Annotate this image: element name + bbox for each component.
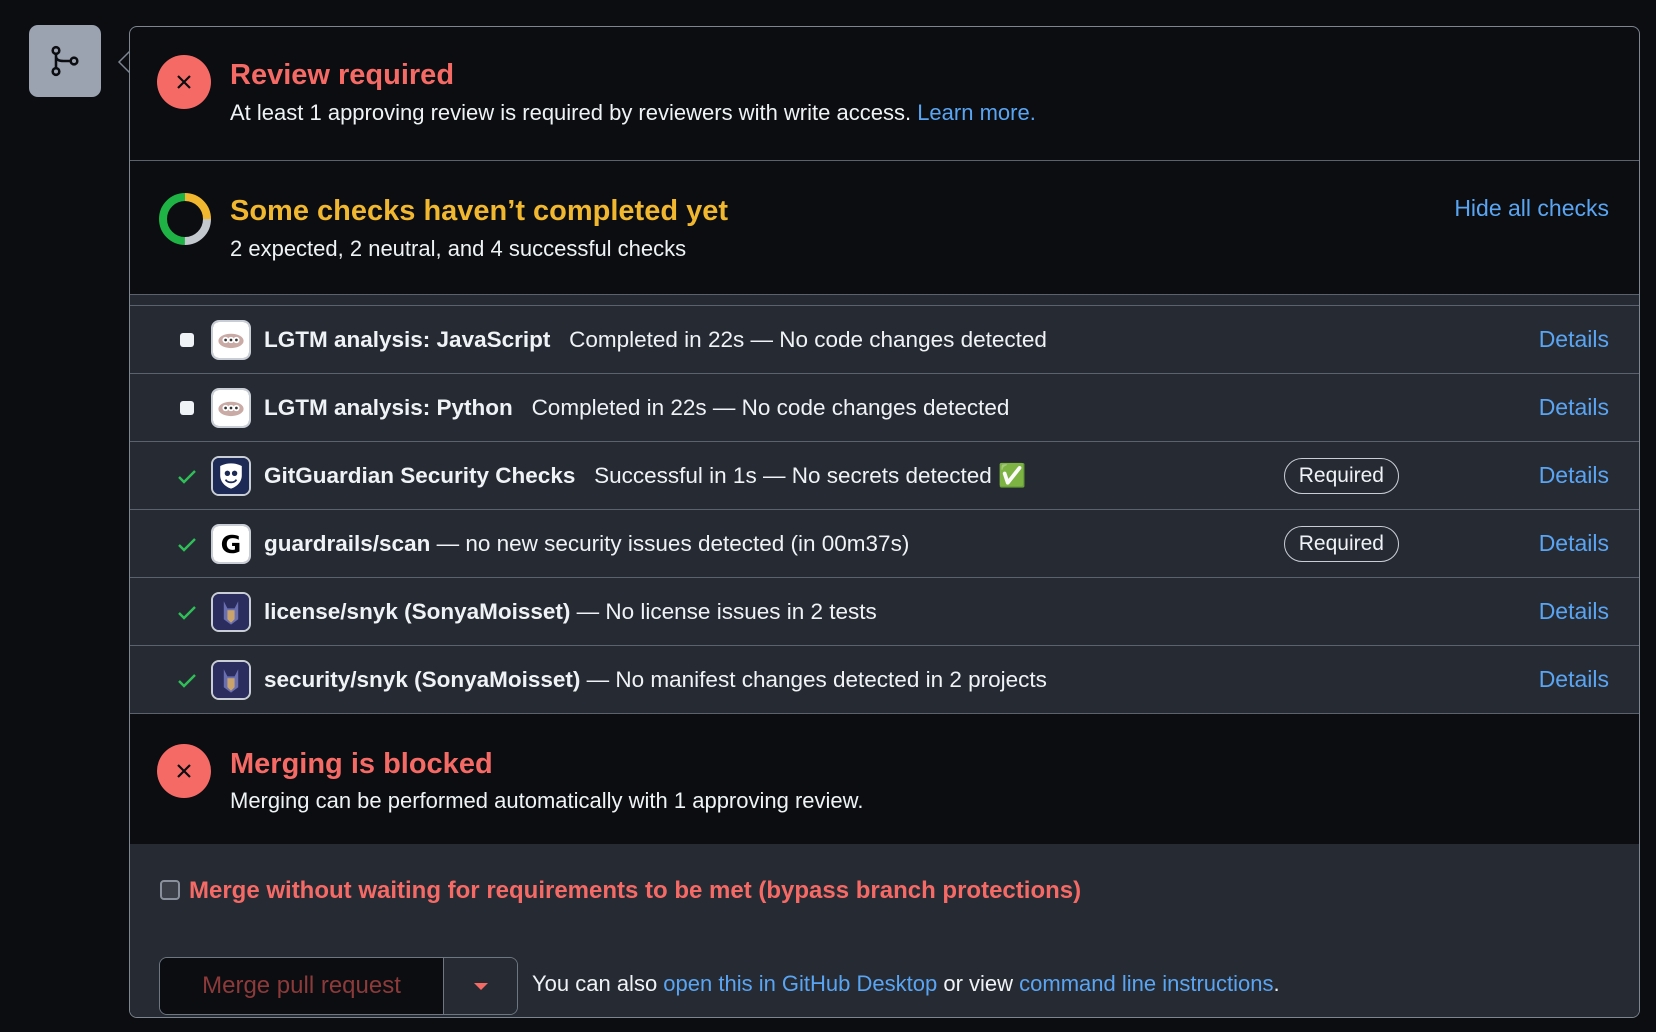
merge-method-dropdown[interactable] [444,958,517,1014]
checks-header: Some checks haven’t completed yet 2 expe… [130,161,1639,295]
details-link[interactable]: Details [1539,530,1609,557]
check-status [174,400,200,415]
bypass-checkbox[interactable] [160,880,180,900]
git-merge-icon [51,45,79,77]
triangle-down-icon [473,982,488,990]
check-row: license/snyk (SonyaMoisset) — No license… [130,578,1639,646]
learn-more-link[interactable]: Learn more. [917,100,1036,125]
required-badge: Required [1283,525,1399,562]
check-icon [178,537,196,552]
check-description: — No manifest changes detected in 2 proj… [586,666,1047,692]
x-circle-icon [157,744,211,798]
checks-band [130,295,1639,306]
x-circle-icon [157,55,211,109]
check-status [174,332,200,347]
check-icon [178,605,196,620]
lgtm-icon [211,387,251,428]
check-row: security/snyk (SonyaMoisset) — No manife… [130,646,1639,714]
check-status [174,668,200,692]
merge-area: Merge without waiting for requirements t… [130,844,1639,1017]
blocked-title: Merging is blocked [230,748,493,780]
check-description: Successful in 1s — No secrets detected ✅ [594,462,1027,488]
check-name: LGTM analysis: Python [264,394,513,420]
check-name: GitGuardian Security Checks [264,462,576,488]
merge-pull-request-button[interactable]: Merge pull request [160,958,444,1014]
check-status [174,600,200,624]
merge-button-group: Merge pull request [159,957,518,1015]
blocked-description: Merging can be performed automatically w… [230,788,864,813]
details-link[interactable]: Details [1539,326,1609,353]
check-name: license/snyk (SonyaMoisset) [264,598,571,624]
gitguardian-icon [211,455,251,496]
also-text: You can also open this in GitHub Desktop… [532,971,1280,996]
command-line-link[interactable]: command line instructions [1019,971,1273,996]
check-status [174,464,200,488]
check-name: LGTM analysis: JavaScript [264,326,551,352]
neutral-square-icon [180,400,194,415]
checks-donut-icon [159,193,211,245]
details-link[interactable]: Details [1539,598,1609,625]
check-icon [178,469,196,484]
check-name: guardrails/scan [264,530,431,556]
check-icon [178,673,196,688]
check-name: security/snyk (SonyaMoisset) [264,666,581,692]
snyk-icon [211,659,251,700]
check-description: — no new security issues detected (in 00… [436,530,910,556]
check-row: Gguardrails/scan — no new security issue… [130,510,1639,578]
review-description: At least 1 approving review is required … [230,100,1036,125]
checks-title: Some checks haven’t completed yet [230,195,729,227]
merge-status-panel: Review required At least 1 approving rev… [129,26,1640,1018]
svg-text:G: G [221,530,242,559]
check-row: LGTM analysis: JavaScript Completed in 2… [130,306,1639,374]
check-description: Completed in 22s — No code changes detec… [531,394,1010,420]
guardrails-icon: G [211,523,251,564]
check-status [174,532,200,556]
check-description: — No license issues in 2 tests [576,598,877,624]
details-link[interactable]: Details [1539,666,1609,693]
neutral-square-icon [180,332,194,347]
checks-summary: 2 expected, 2 neutral, and 4 successful … [230,236,687,261]
review-title: Review required [230,59,455,91]
lgtm-icon [211,319,251,360]
bypass-label[interactable]: Merge without waiting for requirements t… [189,877,1081,905]
check-row: GitGuardian Security Checks Successful i… [130,442,1639,510]
details-link[interactable]: Details [1539,462,1609,489]
required-badge: Required [1283,457,1399,494]
github-desktop-link[interactable]: open this in GitHub Desktop [663,971,937,996]
review-required-section: Review required At least 1 approving rev… [130,27,1639,161]
check-description: Completed in 22s — No code changes detec… [569,326,1047,352]
details-link[interactable]: Details [1539,394,1609,421]
checks-list: LGTM analysis: JavaScript Completed in 2… [130,306,1639,714]
git-merge-icon-badge [29,25,101,97]
merging-blocked-section: Merging is blocked Merging can be perfor… [130,714,1639,848]
check-row: LGTM analysis: Python Completed in 22s —… [130,374,1639,442]
snyk-icon [211,591,251,632]
hide-all-checks-link[interactable]: Hide all checks [1454,195,1609,222]
